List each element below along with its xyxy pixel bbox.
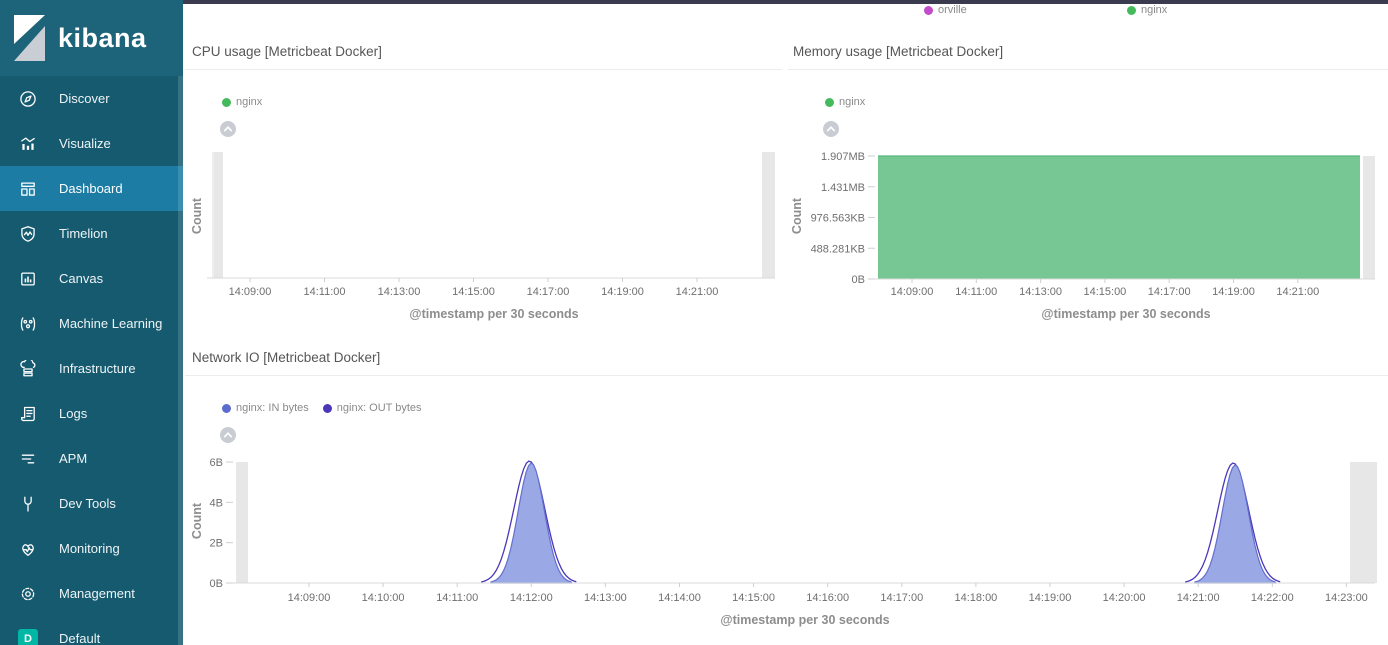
gear-icon [18, 584, 38, 604]
sidebar-item-label: Dev Tools [59, 496, 116, 511]
svg-text:14:15:00: 14:15:00 [732, 592, 775, 604]
svg-text:0B: 0B [852, 274, 865, 286]
sidebar-item-label: Machine Learning [59, 316, 162, 331]
svg-text:Count: Count [190, 197, 204, 234]
svg-text:488.281KB: 488.281KB [811, 243, 865, 255]
dashboard-grid-icon [18, 179, 38, 199]
compass-icon [18, 89, 38, 109]
svg-text:14:11:00: 14:11:00 [955, 286, 997, 298]
space-badge: D [18, 629, 38, 645]
sidebar-item-label: Dashboard [59, 181, 123, 196]
kibana-logo-icon [13, 15, 46, 61]
sidebar-item-dashboard[interactable]: Dashboard [0, 166, 183, 211]
sidebar-item-timelion[interactable]: Timelion [0, 211, 183, 256]
sidebar-item-dev-tools[interactable]: Dev Tools [0, 481, 183, 526]
svg-text:14:19:00: 14:19:00 [601, 286, 644, 298]
svg-text:Count: Count [190, 502, 204, 539]
default-space-badge: D [18, 629, 38, 645]
svg-text:4B: 4B [210, 497, 223, 509]
svg-text:14:19:00: 14:19:00 [1212, 286, 1255, 298]
sidebar-item-label: Management [59, 586, 135, 601]
svg-text:@timestamp per 30 seconds: @timestamp per 30 seconds [720, 613, 889, 627]
sidebar-item-label: Timelion [59, 226, 108, 241]
charts-canvas: 14:09:00 14:11:00 14:13:00 14:15:00 14:17:00… [0, 0, 1388, 645]
svg-text:2B: 2B [210, 538, 223, 550]
svg-text:14:17:00: 14:17:00 [1148, 286, 1191, 298]
sidebar-item-monitoring[interactable]: Monitoring [0, 526, 183, 571]
kibana-logo-text: kibana [58, 23, 147, 54]
sidebar-item-default-space[interactable]: D Default [0, 616, 183, 645]
svg-text:@timestamp per 30 seconds: @timestamp per 30 seconds [1041, 307, 1210, 321]
svg-text:14:15:00: 14:15:00 [452, 286, 495, 298]
svg-text:1.431MB: 1.431MB [821, 182, 865, 194]
svg-text:14:19:00: 14:19:00 [1029, 592, 1072, 604]
sidebar-item-management[interactable]: Management [0, 571, 183, 616]
svg-text:@timestamp per 30 seconds: @timestamp per 30 seconds [409, 307, 578, 321]
heartbeat-icon [18, 539, 38, 559]
kibana-dashboard: kibana Discover Visualize Dashboard Timelio… [0, 0, 1388, 645]
sidebar-item-logs[interactable]: Logs [0, 391, 183, 436]
svg-text:14:13:00: 14:13:00 [584, 592, 627, 604]
sidebar-item-label: Default [59, 631, 100, 645]
sidebar-item-label: Canvas [59, 271, 103, 286]
infrastructure-cloud-icon [18, 359, 38, 379]
logs-document-icon [18, 404, 38, 424]
sidebar-item-label: Infrastructure [59, 361, 136, 376]
svg-text:14:13:00: 14:13:00 [378, 286, 421, 298]
svg-text:14:14:00: 14:14:00 [658, 592, 701, 604]
svg-text:14:09:00: 14:09:00 [229, 286, 272, 298]
sidebar-item-label: Logs [59, 406, 87, 421]
canvas-frame-icon [18, 269, 38, 289]
svg-text:976.563KB: 976.563KB [811, 213, 865, 225]
svg-text:14:17:00: 14:17:00 [527, 286, 570, 298]
bar-chart-icon [18, 134, 38, 154]
svg-text:14:15:00: 14:15:00 [1083, 286, 1126, 298]
svg-text:14:09:00: 14:09:00 [891, 286, 934, 298]
svg-text:14:13:00: 14:13:00 [1019, 286, 1062, 298]
machine-learning-icon [18, 314, 38, 334]
svg-text:14:09:00: 14:09:00 [288, 592, 331, 604]
svg-text:0B: 0B [210, 578, 223, 590]
svg-text:14:10:00: 14:10:00 [362, 592, 405, 604]
svg-text:14:12:00: 14:12:00 [510, 592, 553, 604]
svg-text:14:16:00: 14:16:00 [806, 592, 849, 604]
svg-text:14:11:00: 14:11:00 [436, 592, 478, 604]
svg-text:14:21:00: 14:21:00 [1276, 286, 1319, 298]
timelion-shield-icon [18, 224, 38, 244]
svg-text:6B: 6B [210, 457, 223, 469]
svg-text:14:22:00: 14:22:00 [1251, 592, 1294, 604]
svg-text:14:20:00: 14:20:00 [1103, 592, 1146, 604]
svg-text:14:21:00: 14:21:00 [676, 286, 719, 298]
svg-text:14:23:00: 14:23:00 [1325, 592, 1368, 604]
sidebar-item-infrastructure[interactable]: Infrastructure [0, 346, 183, 391]
sidebar-scrollbar[interactable] [178, 76, 183, 645]
kibana-logo[interactable]: kibana [0, 0, 183, 76]
sidebar-item-label: Monitoring [59, 541, 120, 556]
wrench-icon [18, 494, 38, 514]
sidebar-item-visualize[interactable]: Visualize [0, 121, 183, 166]
sidebar-item-apm[interactable]: APM [0, 436, 183, 481]
svg-text:14:21:00: 14:21:00 [1177, 592, 1220, 604]
sidebar-nav: Discover Visualize Dashboard Timelion Canvas… [0, 76, 183, 645]
sidebar-item-label: Discover [59, 91, 110, 106]
svg-text:Count: Count [790, 197, 804, 234]
svg-text:1.907MB: 1.907MB [821, 151, 865, 163]
apm-lines-icon [18, 449, 38, 469]
svg-text:14:17:00: 14:17:00 [880, 592, 923, 604]
sidebar-item-label: APM [59, 451, 87, 466]
sidebar: kibana Discover Visualize Dashboard Timelio… [0, 0, 183, 645]
sidebar-item-discover[interactable]: Discover [0, 76, 183, 121]
sidebar-item-canvas[interactable]: Canvas [0, 256, 183, 301]
sidebar-item-label: Visualize [59, 136, 111, 151]
svg-text:14:11:00: 14:11:00 [303, 286, 345, 298]
svg-text:14:18:00: 14:18:00 [954, 592, 997, 604]
sidebar-item-machine-learning[interactable]: Machine Learning [0, 301, 183, 346]
